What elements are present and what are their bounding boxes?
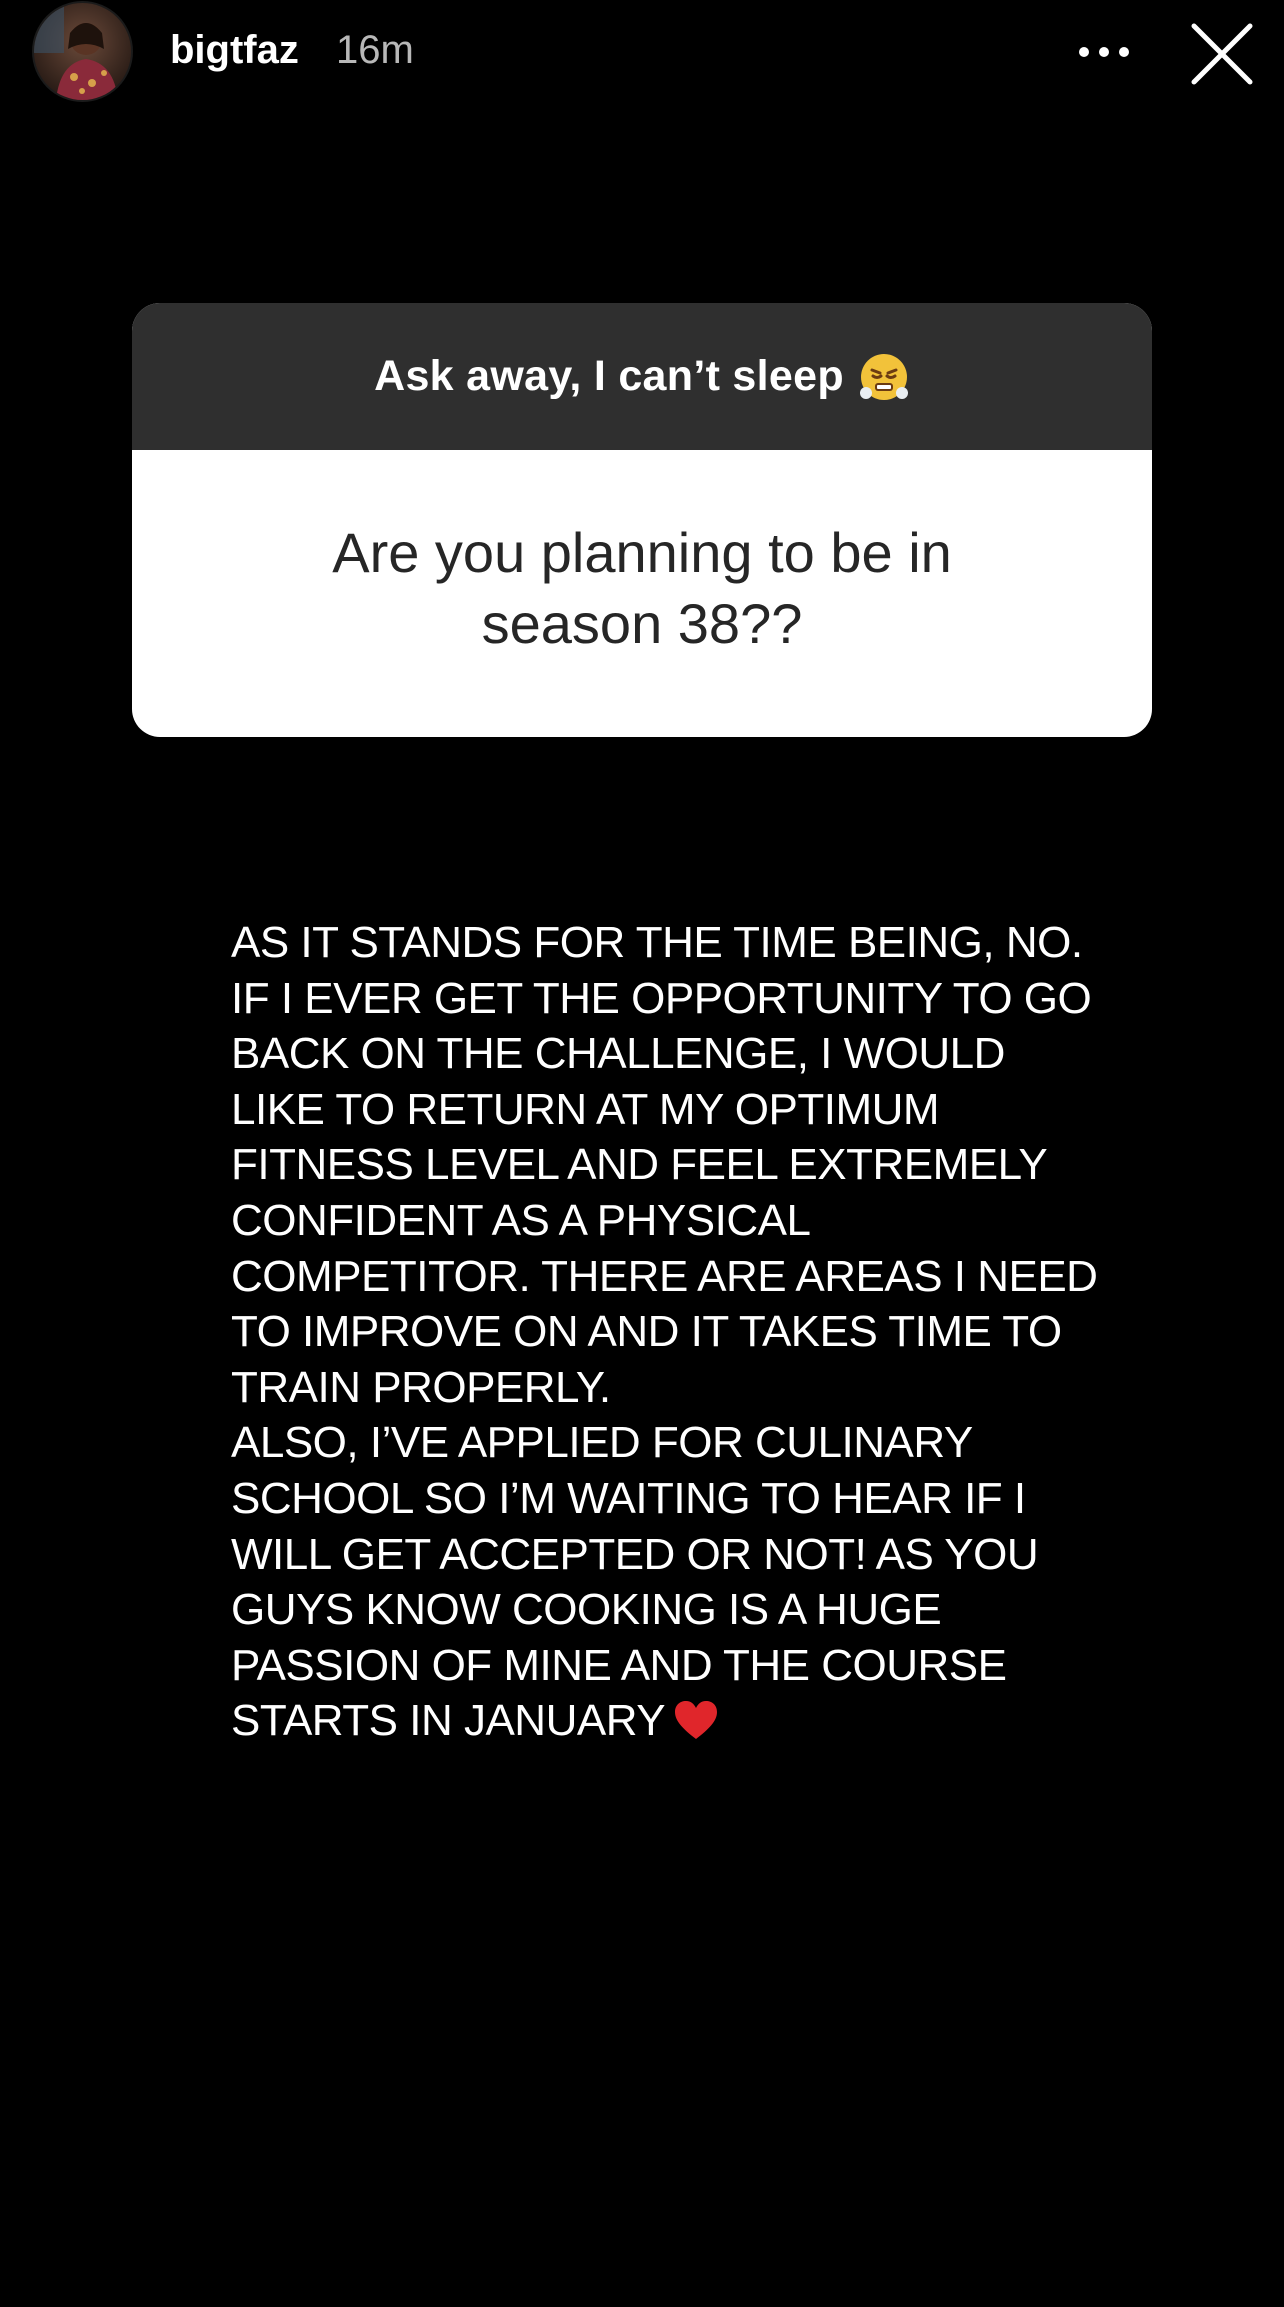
- ellipsis-icon: [1079, 47, 1129, 57]
- more-options-button[interactable]: [1068, 26, 1140, 78]
- answer-text: AS IT STANDS FOR THE TIME BEING, NO. IF …: [231, 915, 1131, 1749]
- question-prompt: Ask away, I can’t sleep: [374, 352, 844, 400]
- avatar[interactable]: [34, 3, 131, 100]
- answer-line: TRAIN PROPERLY.: [231, 1362, 611, 1412]
- answer-line: SCHOOL SO I’M WAITING TO HEAR IF I: [231, 1473, 1026, 1523]
- question-sticker: Ask away, I can’t sleep Are you planning…: [132, 303, 1152, 737]
- question-sticker-body: Are you planning to be in season 38??: [132, 450, 1152, 737]
- answer-line: CONFIDENT AS A PHYSICAL: [231, 1195, 811, 1245]
- answer-line: GUYS KNOW COOKING IS A HUGE: [231, 1585, 942, 1635]
- close-button[interactable]: [1186, 18, 1258, 90]
- close-icon: [1191, 23, 1253, 85]
- timestamp: 16m: [336, 28, 414, 72]
- answer-line: PASSION OF MINE AND THE COURSE: [231, 1640, 1007, 1690]
- answer-line: TO IMPROVE ON AND IT TAKES TIME TO: [231, 1307, 1062, 1357]
- huffing-face-emoji-icon: [859, 353, 908, 400]
- answer-line: WILL GET ACCEPTED OR NOT! AS YOU: [231, 1529, 1039, 1579]
- answer-line: FITNESS LEVEL AND FEEL EXTREMELY: [231, 1140, 1048, 1190]
- answer-line: IF I EVER GET THE OPPORTUNITY TO GO: [231, 973, 1092, 1023]
- question-text: Are you planning to be in season 38??: [332, 520, 952, 655]
- answer-line: LIKE TO RETURN AT MY OPTIMUM: [231, 1084, 940, 1134]
- avatar-image: [34, 3, 131, 100]
- answer-last-line: STARTS IN JANUARY: [231, 1693, 1131, 1749]
- answer-line: ALSO, I’VE APPLIED FOR CULINARY: [231, 1418, 973, 1468]
- story-header: bigtfaz 16m: [0, 0, 1284, 104]
- answer-line: COMPETITOR. THERE ARE AREAS I NEED: [231, 1251, 1098, 1301]
- answer-line: BACK ON THE CHALLENGE, I WOULD: [231, 1029, 1005, 1079]
- username[interactable]: bigtfaz: [170, 26, 299, 74]
- answer-line: AS IT STANDS FOR THE TIME BEING, NO.: [231, 918, 1083, 967]
- question-sticker-header: Ask away, I can’t sleep: [132, 303, 1152, 450]
- answer-line-text: STARTS IN JANUARY: [231, 1696, 666, 1746]
- red-heart-icon: [675, 1701, 718, 1740]
